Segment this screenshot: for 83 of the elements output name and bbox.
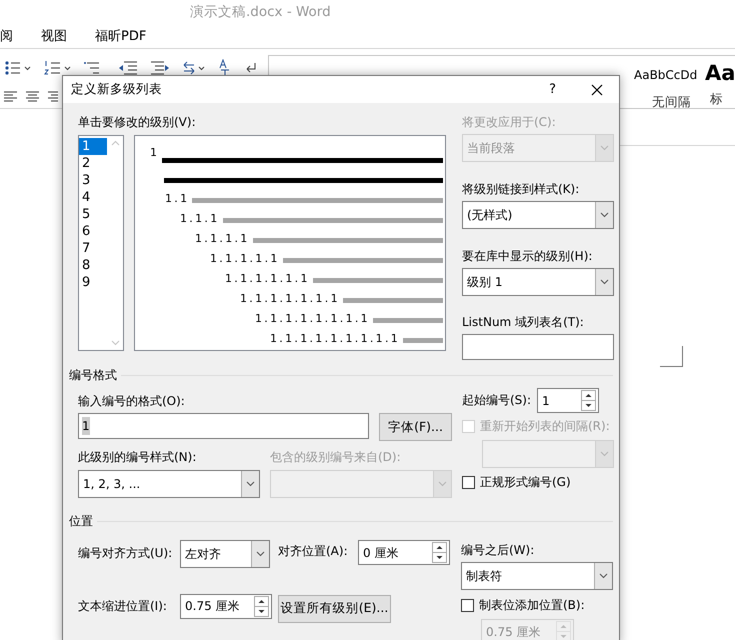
field-label: 重新开始列表的间隔(R): bbox=[480, 419, 610, 434]
window-title: 演示文稿.docx - Word bbox=[189, 3, 332, 22]
chevron-icon bbox=[600, 212, 609, 218]
chevron-icon bbox=[438, 481, 447, 487]
spin-field[interactable]: 1 bbox=[537, 388, 600, 413]
align-center-icon[interactable] bbox=[26, 91, 40, 103]
menu-tab[interactable]: 视图 bbox=[41, 26, 67, 46]
preview-number: 1.1.1.1.1.1.1.1.1 bbox=[270, 332, 400, 346]
font-button[interactable]: 字体(F)... bbox=[379, 413, 452, 441]
page-corner-mark bbox=[660, 346, 683, 367]
chevron-icon bbox=[256, 551, 265, 557]
spin-field[interactable]: 0 厘米 bbox=[358, 540, 450, 565]
field-label: 正规形式编号(G) bbox=[480, 475, 571, 490]
level-item[interactable]: 7 bbox=[79, 240, 107, 257]
style-name: 标 bbox=[710, 90, 724, 108]
level-item[interactable]: 3 bbox=[79, 172, 107, 189]
preview-number: 1.1.1.1.1 bbox=[210, 252, 280, 266]
field-label: 对齐位置(A): bbox=[278, 544, 349, 559]
close-icon[interactable] bbox=[591, 84, 603, 96]
field-label: 起始编号(S): bbox=[462, 393, 532, 408]
chevron-icon bbox=[246, 481, 255, 487]
help-button[interactable]: ? bbox=[549, 80, 556, 100]
bullet-list-icon[interactable] bbox=[4, 60, 32, 76]
level-item[interactable]: 1 bbox=[79, 138, 107, 155]
chevron-icon bbox=[600, 451, 609, 457]
checkbox[interactable] bbox=[462, 476, 475, 489]
dropdown[interactable]: 左对齐 bbox=[180, 540, 270, 568]
field-label: 文本缩进位置(I): bbox=[78, 598, 168, 614]
dropdown[interactable]: (无样式) bbox=[462, 201, 614, 229]
preview-number: 1.1 bbox=[165, 192, 190, 206]
section-title: 位置 bbox=[69, 513, 93, 530]
level-item[interactable]: 6 bbox=[79, 223, 107, 240]
preview-number: 1.1.1.1 bbox=[195, 232, 250, 246]
preview-number: 1.1.1.1.1.1 bbox=[225, 272, 310, 286]
chevron-icon bbox=[599, 573, 608, 579]
preview-number: 1 bbox=[150, 146, 160, 160]
sort-icon[interactable] bbox=[218, 59, 232, 77]
field-label: 编号对齐方式(U): bbox=[78, 546, 174, 561]
style-sample[interactable]: AaBbCcDd bbox=[634, 66, 698, 84]
field-label: 此级别的编号样式(N): bbox=[78, 450, 198, 465]
field-label: 包含的级别编号来自(D): bbox=[270, 450, 402, 465]
dropdown[interactable]: 1, 2, 3, ... bbox=[78, 470, 260, 498]
input-field[interactable]: 1 bbox=[78, 413, 369, 439]
level-item[interactable]: 9 bbox=[79, 274, 107, 291]
field-label: ListNum 域列表名(T): bbox=[462, 315, 585, 330]
decrease-indent-icon[interactable] bbox=[118, 60, 138, 76]
level-item[interactable]: 5 bbox=[79, 206, 107, 223]
chevron-icon bbox=[600, 279, 609, 285]
menu-tab[interactable]: 阅 bbox=[0, 26, 13, 46]
level-item[interactable]: 4 bbox=[79, 189, 107, 206]
increase-indent-icon[interactable] bbox=[150, 60, 170, 76]
spinner-icon bbox=[432, 542, 447, 563]
field-label: 要在库中显示的级别(H): bbox=[462, 249, 594, 264]
preview-number: 1.1.1 bbox=[180, 212, 220, 226]
input-field[interactable] bbox=[462, 334, 614, 360]
dropdown[interactable]: 级别 1 bbox=[462, 268, 614, 296]
align-left-icon[interactable] bbox=[4, 91, 18, 103]
style-name: 无间隔 bbox=[652, 93, 692, 111]
level-item[interactable]: 8 bbox=[79, 257, 107, 274]
style-sample[interactable]: Aa bbox=[705, 60, 735, 86]
spinner-icon bbox=[556, 621, 571, 640]
spinner-icon bbox=[254, 596, 269, 616]
preview-number: 1.1.1.1.1.1.1 bbox=[240, 292, 340, 306]
field-label: 将更改应用于(C): bbox=[462, 115, 557, 130]
numbered-list-icon[interactable] bbox=[44, 60, 72, 76]
dialog-title: 定义新多级列表 bbox=[71, 80, 162, 98]
chevron-icon bbox=[600, 145, 609, 151]
spinner-icon bbox=[581, 390, 596, 411]
field-label: 单击要修改的级别(V): bbox=[78, 115, 197, 130]
preview-number: 1.1.1.1.1.1.1.1 bbox=[255, 312, 370, 326]
checkbox[interactable] bbox=[461, 599, 474, 612]
field-label: 将级别链接到样式(K): bbox=[462, 182, 580, 197]
spin-field[interactable]: 0.75 厘米 bbox=[180, 594, 272, 618]
align-right-icon[interactable] bbox=[48, 91, 58, 103]
field-label: 输入编号的格式(O): bbox=[78, 394, 186, 409]
menu-tab[interactable]: 福昕PDF bbox=[95, 26, 146, 46]
field-label: 编号之后(W): bbox=[461, 543, 536, 558]
dropdown[interactable]: 制表符 bbox=[461, 562, 613, 590]
text-direction-icon[interactable] bbox=[182, 60, 206, 76]
section-title: 编号格式 bbox=[69, 367, 117, 384]
level-item[interactable]: 2 bbox=[79, 155, 107, 172]
field-label: 制表位添加位置(B): bbox=[479, 598, 585, 613]
set-all-levels-button[interactable]: 设置所有级别(E)... bbox=[278, 594, 391, 622]
